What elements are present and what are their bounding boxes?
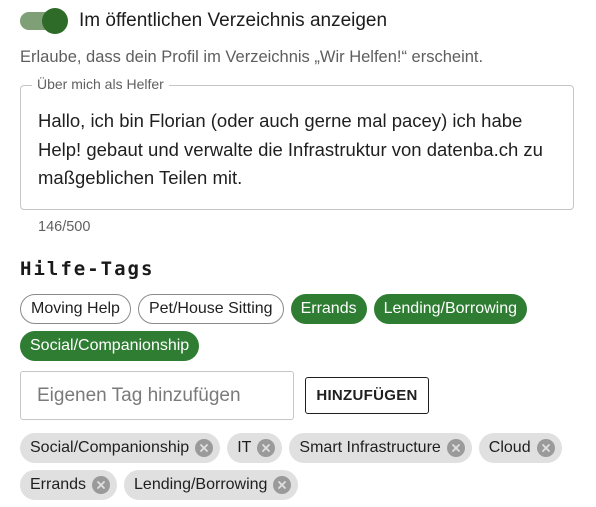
visibility-helper-text: Erlaube, dass dein Profil im Verzeichnis… bbox=[20, 48, 484, 66]
tag-chip-pet-house-sitting[interactable]: Pet/House Sitting bbox=[137, 294, 284, 324]
my-tags-row-2: Errands Lending/Borrowing bbox=[20, 470, 299, 500]
remove-icon[interactable] bbox=[92, 476, 111, 494]
add-tag-button[interactable]: HINZUFÜGEN bbox=[305, 377, 429, 414]
my-tag-label: Social/Companionship bbox=[30, 439, 190, 456]
character-counter: 146/500 bbox=[38, 219, 91, 235]
remove-icon[interactable] bbox=[446, 439, 465, 457]
about-textarea-value[interactable]: Hallo, ich bin Florian (oder auch gerne … bbox=[38, 107, 568, 193]
my-tag-chip: Social/Companionship bbox=[20, 433, 221, 463]
my-tag-label: IT bbox=[237, 439, 252, 456]
my-tag-chip: Lending/Borrowing bbox=[124, 470, 299, 500]
remove-icon[interactable] bbox=[536, 439, 555, 457]
my-tag-chip: IT bbox=[227, 433, 283, 463]
suggested-tags-row-1: Moving Help Pet/House Sitting Errands Le… bbox=[20, 294, 528, 324]
tag-chip-social-companionship[interactable]: Social/Companionship bbox=[20, 331, 200, 361]
my-tag-label: Errands bbox=[30, 476, 87, 493]
my-tag-label: Lending/Borrowing bbox=[134, 476, 268, 493]
remove-icon[interactable] bbox=[257, 439, 276, 457]
section-title-help-tags: Hilfe-Tags bbox=[20, 258, 155, 280]
about-textarea-label: Über mich als Helfer bbox=[32, 76, 169, 92]
my-tag-label: Cloud bbox=[488, 439, 531, 456]
my-tag-chip: Smart Infrastructure bbox=[289, 433, 472, 463]
visibility-toggle-label: Im öffentlichen Verzeichnis anzeigen bbox=[79, 10, 388, 31]
remove-icon[interactable] bbox=[273, 476, 292, 494]
visibility-toggle-knob[interactable] bbox=[42, 8, 68, 34]
tag-chip-lending-borrowing[interactable]: Lending/Borrowing bbox=[373, 294, 528, 324]
my-tag-chip: Cloud bbox=[478, 433, 562, 463]
tag-chip-moving-help[interactable]: Moving Help bbox=[20, 294, 131, 324]
remove-icon[interactable] bbox=[195, 439, 214, 457]
suggested-tags-row-2: Social/Companionship bbox=[20, 331, 200, 361]
tag-chip-errands[interactable]: Errands bbox=[290, 294, 367, 324]
my-tag-label: Smart Infrastructure bbox=[299, 439, 441, 456]
my-tag-chip: Errands bbox=[20, 470, 118, 500]
my-tags-row-1: Social/Companionship IT Smart Infrastruc… bbox=[20, 433, 562, 463]
custom-tag-input[interactable] bbox=[20, 371, 294, 420]
